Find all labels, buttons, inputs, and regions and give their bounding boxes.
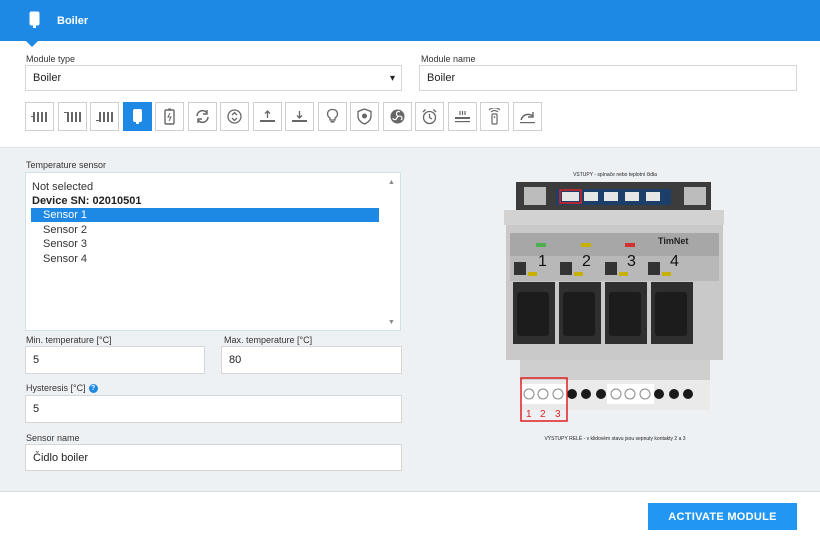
fan-icon [390, 109, 404, 124]
outputs-caption: VÝSTUPY RELÉ - v klidovém stavu jsou sep… [544, 436, 686, 442]
shield-icon-button[interactable] [350, 102, 379, 131]
relay-module-image: VSTUPY - spínače nebo teplotní čidla Tim… [500, 165, 730, 450]
scroll-up-arrow-icon[interactable]: ▲ [388, 179, 395, 186]
module-type-value: Boiler [33, 72, 62, 84]
activate-module-button[interactable]: ACTIVATE MODULE [648, 503, 797, 530]
battery-icon-button[interactable] [155, 102, 184, 131]
list-item[interactable]: Sensor 4 [43, 252, 87, 266]
terminal-label: 1 [526, 409, 532, 420]
terminal-label: 2 [540, 409, 546, 420]
temperature-sensor-list[interactable]: Not selected Device SN: 02010501 Sensor … [25, 172, 401, 331]
fan-icon-button[interactable] [382, 102, 412, 131]
alarm-clock-icon [422, 109, 437, 125]
heater-icon [454, 111, 470, 123]
hysteresis-input[interactable]: 5 [25, 395, 402, 423]
shield-icon [357, 108, 372, 125]
recirculation-icon-button[interactable] [187, 102, 217, 131]
active-caret [26, 41, 38, 47]
list-group-header: Device SN: 02010501 [32, 195, 142, 207]
hysteresis-label: Hysteresis [°C] [26, 383, 86, 393]
battery-icon [164, 108, 175, 125]
channel-label: 1 [538, 253, 547, 270]
radiator-icon [96, 112, 113, 122]
boiler-icon-button[interactable] [122, 102, 152, 131]
module-type-label: Module type [26, 54, 76, 64]
module-name-input[interactable]: Boiler [419, 65, 797, 91]
temperature-sensor-label: Temperature sensor [26, 160, 107, 170]
floor-heating-up-icon [259, 110, 275, 122]
page-title: Boiler [57, 15, 89, 27]
min-temperature-label: Min. temperature [°C] [26, 335, 112, 345]
terminal-label: 3 [555, 409, 561, 420]
min-temperature-value: 5 [33, 354, 40, 366]
valve-icon-button[interactable] [220, 102, 249, 131]
redo-arrow-icon [519, 112, 535, 124]
relay-module-drawing [504, 182, 724, 422]
module-icon-toolbar [25, 102, 542, 131]
module-type-select[interactable]: Boiler [25, 65, 402, 91]
channel-label: 3 [627, 253, 636, 270]
channel-label: 2 [582, 253, 591, 270]
scroll-down-arrow-icon[interactable]: ▼ [388, 319, 395, 326]
boiler-icon [29, 11, 40, 28]
hysteresis-label-row: Hysteresis [°C]? [26, 383, 98, 394]
max-temperature-input[interactable]: 80 [221, 346, 402, 374]
radiator-icon-3-button[interactable] [90, 102, 119, 131]
alarm-clock-icon-button[interactable] [415, 102, 444, 131]
module-dialog: Boiler Module type Boiler Module name Bo… [0, 0, 820, 558]
radiator-icon [63, 112, 81, 122]
floor-heating-down-icon-button[interactable] [285, 102, 314, 131]
radiator-icon-1-button[interactable] [25, 102, 54, 131]
list-item[interactable]: Sensor 3 [43, 237, 87, 251]
module-name-label: Module name [421, 54, 476, 64]
list-item-selected[interactable]: Sensor 1 [31, 208, 379, 222]
module-name-value: Boiler [427, 72, 456, 84]
list-item[interactable]: Sensor 2 [43, 223, 87, 237]
min-temperature-input[interactable]: 5 [25, 346, 205, 374]
boiler-icon [132, 109, 142, 124]
max-temperature-value: 80 [229, 354, 242, 366]
redo-arrow-icon-button[interactable] [512, 102, 542, 131]
radiator-icon-2-button[interactable] [57, 102, 87, 131]
sensor-name-input[interactable]: Čidlo boiler [25, 444, 402, 471]
remote-icon [488, 108, 501, 125]
sensor-name-label: Sensor name [26, 433, 80, 443]
floor-heating-up-icon-button[interactable] [252, 102, 282, 131]
hysteresis-value: 5 [33, 403, 40, 415]
floor-heating-down-icon [292, 111, 307, 122]
channel-label: 4 [670, 253, 679, 270]
sensor-name-value: Čidlo boiler [33, 451, 89, 464]
remote-icon-button[interactable] [480, 102, 509, 131]
valve-icon [227, 109, 242, 124]
header-bar: Boiler [0, 0, 820, 41]
heater-icon-button[interactable] [447, 102, 477, 131]
light-bulb-icon [326, 108, 338, 123]
light-bulb-icon-button[interactable] [317, 102, 347, 131]
brand-logo: TimNet [658, 236, 689, 246]
list-item[interactable]: Not selected [32, 180, 93, 194]
max-temperature-label: Max. temperature [°C] [224, 335, 313, 345]
radiator-icon [31, 112, 47, 122]
help-icon[interactable]: ? [88, 384, 98, 394]
recirculation-icon [195, 109, 209, 124]
